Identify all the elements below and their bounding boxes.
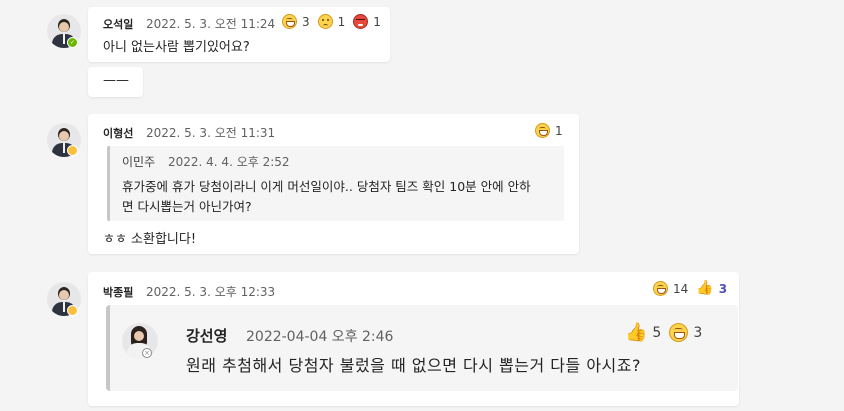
presence-available-icon: ✓ xyxy=(67,37,78,48)
thumbs-up-icon: 👍 xyxy=(696,280,714,296)
laugh-emoji-icon xyxy=(653,281,668,296)
quote-timestamp: 2022. 4. 4. 오후 2:52 xyxy=(168,155,290,169)
message-timestamp: 2022. 5. 3. 오전 11:24 xyxy=(146,17,276,31)
message-card[interactable]: 박종필 2022. 5. 3. 오후 12:33 14 👍 3 × 강선영 202… xyxy=(88,272,739,406)
reaction-count: 3 xyxy=(693,324,703,341)
reaction-sad[interactable]: 1 xyxy=(317,14,346,29)
reactions: 1 xyxy=(530,123,563,138)
message-card[interactable]: 이형선 2022. 5. 3. 오전 11:31 1 이민주 2022. 4. … xyxy=(88,114,579,254)
message-author[interactable]: 박종필 xyxy=(103,284,133,300)
reactions: 👍 5 3 xyxy=(620,323,702,342)
reactions: 3 1 1 xyxy=(277,14,381,29)
reaction-laugh[interactable]: 1 xyxy=(535,123,563,138)
reaction-count: 3 xyxy=(718,281,728,296)
reaction-laugh[interactable]: 14 xyxy=(653,281,688,296)
presence-offline-icon: × xyxy=(142,348,152,358)
message-timestamp: 2022. 5. 3. 오후 12:33 xyxy=(146,285,276,299)
thumbs-up-icon: 👍 xyxy=(625,322,648,343)
reaction-thumbs-up[interactable]: 👍 5 xyxy=(625,323,661,342)
reaction-laugh[interactable]: 3 xyxy=(669,323,702,342)
message-card[interactable]: 오석일 2022. 5. 3. 오전 11:24 3 1 1 아니 없는사람 뽑… xyxy=(88,7,390,62)
laugh-emoji-icon xyxy=(282,14,297,29)
laugh-emoji-icon xyxy=(669,323,689,342)
quote-text-line: 면 다시뽑는거 아닌가여? xyxy=(122,199,252,214)
message-card[interactable]: —— xyxy=(88,67,143,97)
sad-emoji-icon xyxy=(317,14,333,29)
message-text: ㅎㅎ 소환합니다! xyxy=(103,232,197,247)
reaction-angry[interactable]: 1 xyxy=(353,14,381,29)
quote-text-line: 휴가중에 휴가 당첨이라니 이게 머선일이야.. 당첨자 팀즈 확인 10분 안… xyxy=(122,179,531,194)
reaction-count: 14 xyxy=(673,281,689,296)
message-timestamp: 2022. 5. 3. 오전 11:31 xyxy=(146,126,276,140)
reaction-count: 1 xyxy=(555,123,563,138)
message-text: 아니 없는사람 뽑기있어요? xyxy=(103,40,250,55)
message-author[interactable]: 이형선 xyxy=(103,125,133,141)
avatar[interactable] xyxy=(122,323,158,359)
reaction-thumbs-up[interactable]: 👍 3 xyxy=(696,281,727,296)
presence-away-icon xyxy=(67,305,78,316)
laugh-emoji-icon xyxy=(535,123,550,138)
reaction-laugh[interactable]: 3 xyxy=(282,14,310,29)
reaction-count: 5 xyxy=(652,324,662,341)
quoted-message[interactable]: 이민주 2022. 4. 4. 오후 2:52 휴가중에 휴가 당첨이라니 이게… xyxy=(107,146,564,221)
embed-author: 강선영 xyxy=(186,327,228,345)
message-author[interactable]: 오석일 xyxy=(103,16,133,32)
embed-timestamp: 2022-04-04 오후 2:46 xyxy=(246,329,394,345)
reaction-count: 1 xyxy=(337,14,346,29)
embedded-message[interactable]: × 강선영 2022-04-04 오후 2:46 👍 5 3 원래 추첨해서 당첨… xyxy=(106,305,738,391)
reactions: 14 👍 3 xyxy=(648,281,727,296)
quote-author: 이민주 xyxy=(122,155,156,169)
reaction-count: 3 xyxy=(302,14,310,29)
reaction-count: 1 xyxy=(373,14,381,29)
angry-emoji-icon xyxy=(353,14,369,29)
embed-text: 원래 추첨해서 당첨자 불렀을 때 없으면 다시 뽑는거 다들 아시죠? xyxy=(186,356,641,375)
presence-away-icon xyxy=(67,145,78,156)
message-text: —— xyxy=(103,73,129,88)
